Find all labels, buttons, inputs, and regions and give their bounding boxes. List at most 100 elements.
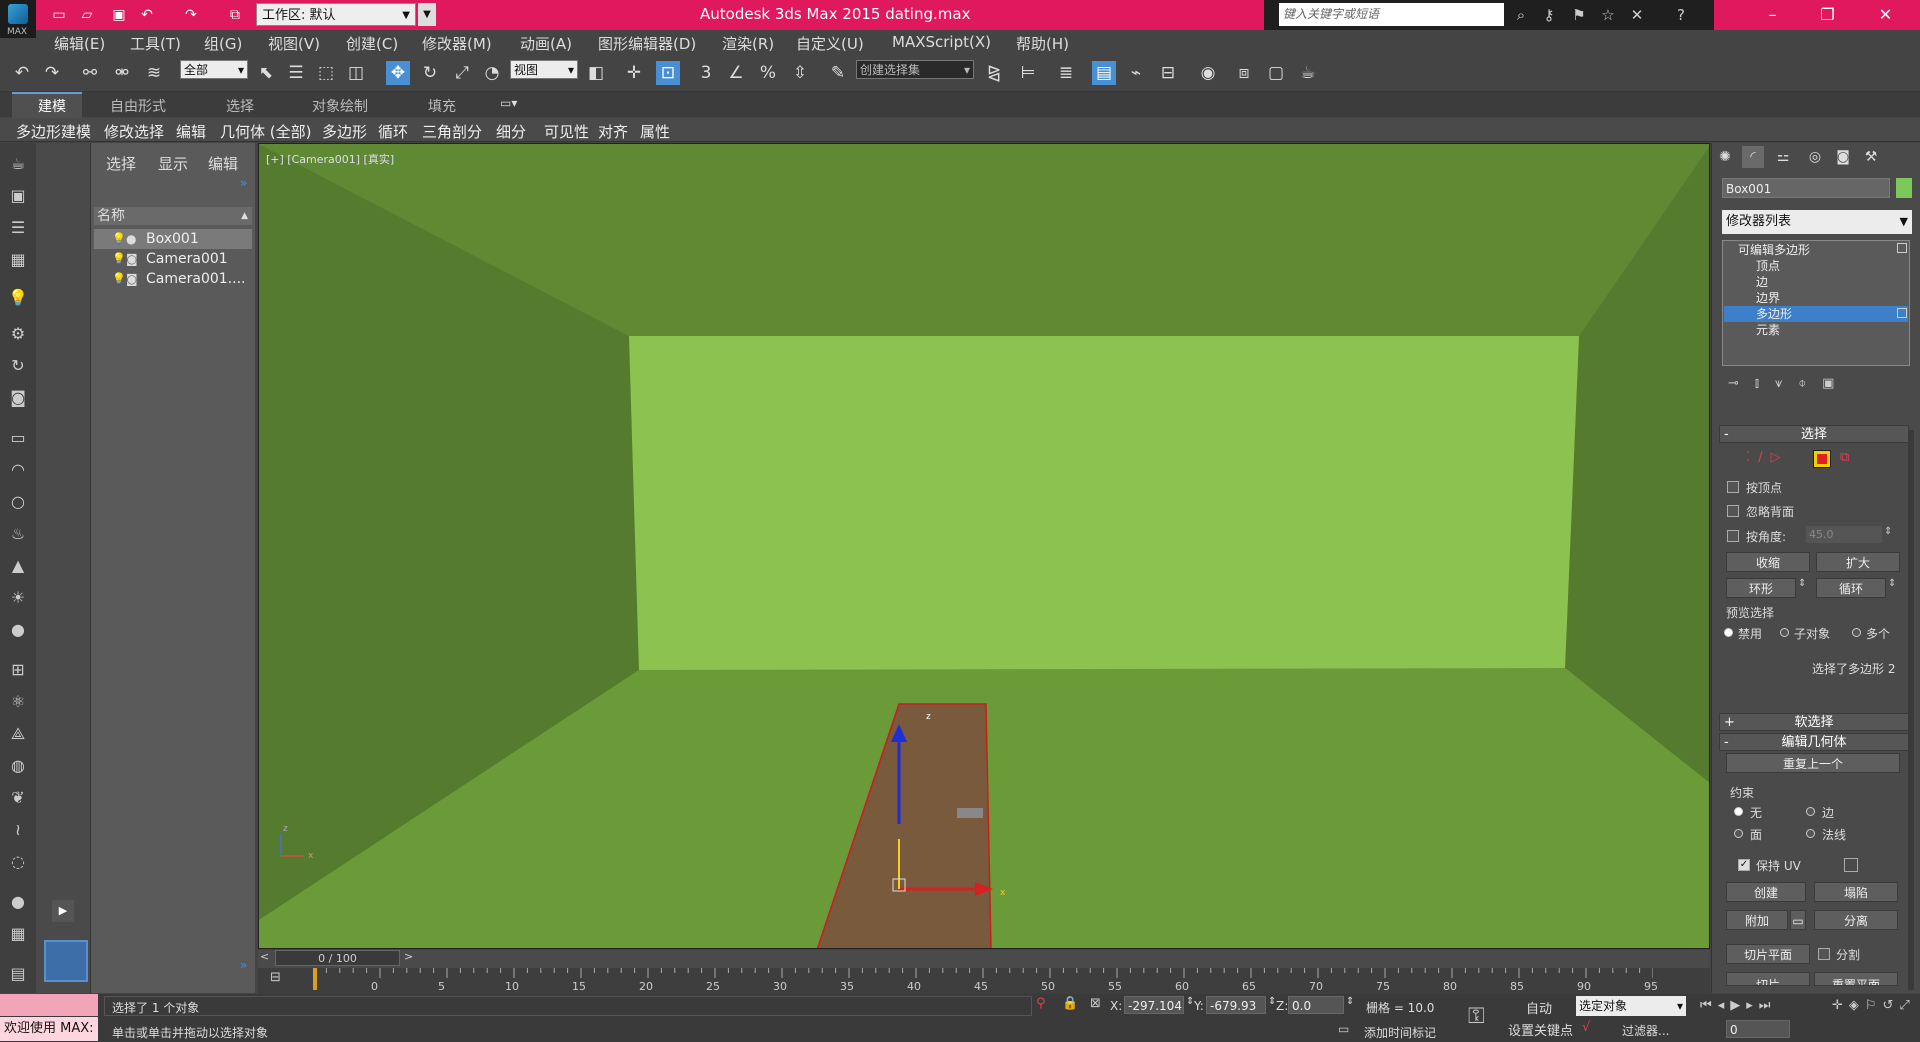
teapot-icon[interactable]: ☕ [6, 152, 30, 176]
menu-item[interactable]: 渲染(R) [722, 33, 774, 54]
ribbon-panel[interactable]: 细分 [496, 121, 526, 142]
ribbon-panel[interactable]: 几何体 (全部) [220, 121, 311, 142]
expand-icon[interactable]: » [240, 176, 247, 190]
search-input[interactable]: 键入关键字或短语 [1279, 3, 1504, 26]
ribbon-tab[interactable]: 填充 [428, 96, 456, 116]
select-and-link-icon[interactable]: ⚯ [78, 61, 102, 85]
utilities-tab-icon[interactable]: ⚒ [1860, 146, 1882, 168]
stack-item[interactable]: 顶点 [1724, 258, 1908, 274]
grid-plane-icon[interactable]: ⊞ [6, 658, 30, 682]
app-logo-button[interactable]: MAX [0, 0, 36, 38]
named-selection-dropdown[interactable]: 创建选择集 ▾ [856, 60, 974, 79]
ring-spinner-icon[interactable]: ⇕ [1798, 578, 1806, 589]
info-panel-icon[interactable]: ▤ [6, 962, 30, 986]
schematic-view-icon[interactable]: ⊟ [1156, 61, 1180, 85]
menu-item[interactable]: MAXScript(X) [892, 33, 991, 51]
molecule-icon[interactable]: ⚛ [6, 690, 30, 714]
preview-subobject-radio[interactable] [1780, 628, 1789, 637]
table-icon[interactable]: ▦ [6, 248, 30, 272]
display-tab-icon[interactable]: ◙ [1832, 146, 1854, 168]
explorer-tab[interactable]: 显示 [158, 153, 188, 174]
close-button[interactable]: ✕ [1858, 0, 1913, 30]
sun-icon[interactable]: ☀ [6, 586, 30, 610]
box-icon[interactable]: ▭ [6, 426, 30, 450]
constraint-none-radio[interactable] [1734, 807, 1743, 816]
polygon-level-button[interactable] [1813, 450, 1831, 468]
manipulate-icon[interactable]: ✛ [622, 61, 646, 85]
reset-plane-button[interactable]: 重置平面 [1814, 972, 1898, 986]
ball-icon[interactable]: ● [6, 618, 30, 642]
collapse-icon[interactable]: » [240, 958, 247, 972]
attach-settings-icon[interactable]: ▭ [1790, 910, 1806, 930]
open-file-icon[interactable]: ▱ [76, 4, 98, 26]
select-and-rotate-icon[interactable]: ↻ [418, 61, 442, 85]
menu-item[interactable]: 创建(C) [346, 33, 398, 54]
set-key-button[interactable]: 设置关键点 [1508, 1020, 1573, 1039]
ribbon-panel[interactable]: 编辑 [176, 121, 206, 142]
cloth-icon[interactable]: ◌ [6, 850, 30, 874]
maxscript-mini-listener[interactable]: 欢迎使用 MAX: [0, 1017, 98, 1041]
auto-key-button[interactable]: 自动 [1526, 998, 1552, 1017]
selection-rollout-header[interactable]: - 选择 [1719, 425, 1909, 443]
place-icon[interactable]: ◔ [480, 61, 504, 85]
refresh-icon[interactable]: ↻ [6, 354, 30, 378]
menu-item[interactable]: 组(G) [204, 33, 242, 54]
ring-button[interactable]: 环形 [1726, 578, 1796, 598]
curve-editor-icon[interactable]: ⌁ [1124, 61, 1148, 85]
align-icon[interactable]: ⊨ [1016, 61, 1040, 85]
select-by-name-icon[interactable]: ☰ [284, 61, 308, 85]
workspace-menu-button[interactable]: ▼ [418, 3, 436, 26]
by-angle-checkbox[interactable] [1727, 530, 1739, 542]
key-filters-button[interactable]: 过滤器... [1622, 1022, 1669, 1039]
stack-toggle-icon[interactable] [1897, 243, 1907, 253]
angle-value-field[interactable]: 45.0 [1806, 526, 1882, 543]
light-bulb-icon[interactable]: 💡 [112, 269, 126, 289]
menu-item[interactable]: 自定义(U) [796, 33, 864, 54]
ribbon-tab[interactable]: 建模 [38, 96, 66, 116]
create-tab-icon[interactable]: ✺ [1714, 146, 1736, 168]
plant-icon[interactable]: ❦ [6, 786, 30, 810]
subobject-level-icons[interactable]: ⁚∕▷ [1746, 450, 1789, 465]
ribbon-panel[interactable]: 属性 [640, 121, 670, 142]
loop-spinner-icon[interactable]: ⇕ [1888, 578, 1896, 589]
viewport-label[interactable]: [+] [Camera001] [真实] [266, 151, 394, 167]
lock-icon[interactable]: 🔒 [1062, 996, 1078, 1011]
settings-icon[interactable]: ⚙ [6, 322, 30, 346]
maximize-button[interactable]: ❐ [1800, 0, 1855, 30]
constraint-edge-radio[interactable] [1806, 807, 1815, 816]
explorer-row[interactable]: 💡 ◙ Camera001 [94, 249, 252, 269]
explorer-tab[interactable]: 选择 [106, 153, 136, 174]
white-sphere-icon[interactable]: ● [6, 890, 30, 914]
ribbon-panel[interactable]: 可见性 [544, 121, 589, 142]
z-spinner-icon[interactable]: ⇕ [1346, 996, 1354, 1007]
menu-item[interactable]: 动画(A) [520, 33, 572, 54]
new-file-icon[interactable]: ▭ [48, 4, 70, 26]
playback-controls[interactable]: ⏮◂▶▸⏭ [1700, 998, 1776, 1013]
prev-frame-icon[interactable]: < [260, 950, 269, 963]
ribbon-panel[interactable]: 对齐 [598, 121, 628, 142]
stack-item[interactable]: 边 [1724, 274, 1908, 290]
rect-selection-icon[interactable]: ⬚ [314, 61, 338, 85]
time-slider-track[interactable] [258, 950, 1710, 968]
select-and-move-icon[interactable]: ✥ [386, 61, 410, 85]
teapot-shape-icon[interactable]: ♨ [6, 522, 30, 546]
binoculars-icon[interactable]: ⌕ [1510, 4, 1532, 26]
redo-icon[interactable]: ↷ [180, 4, 202, 26]
modifier-list-dropdown[interactable]: 修改器列表 ▼ [1722, 210, 1912, 234]
sphere-icon[interactable]: ○ [6, 490, 30, 514]
render-setup-icon[interactable]: ⧈ [1232, 61, 1256, 85]
create-button[interactable]: 创建 [1726, 882, 1806, 902]
light-bulb-icon[interactable]: 💡 [112, 249, 126, 269]
calculator-icon[interactable]: ▦ [6, 922, 30, 946]
ribbon-options-icon[interactable]: ▭▾ [500, 96, 517, 110]
list-icon[interactable]: ☰ [6, 216, 30, 240]
render-production-icon[interactable]: ☕ [1296, 61, 1320, 85]
vector-icon[interactable]: ⟁ [6, 722, 30, 746]
workspace-dropdown[interactable]: 工作区: 默认 ▼ [256, 3, 416, 26]
stack-toggle-icon[interactable] [1897, 308, 1907, 318]
by-vertex-checkbox[interactable] [1727, 481, 1739, 493]
key-filter-icon[interactable]: √ [1582, 1020, 1590, 1035]
exchange-icon[interactable]: ✕ [1626, 4, 1648, 26]
preserve-uv-settings-icon[interactable] [1844, 858, 1858, 872]
pivot-center-icon[interactable]: ◧ [584, 61, 608, 85]
